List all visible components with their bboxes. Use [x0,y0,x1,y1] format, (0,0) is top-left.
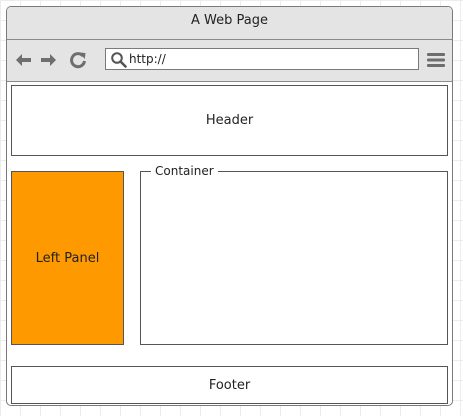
header-region: Header [11,85,448,156]
reload-icon[interactable] [69,51,87,69]
back-arrow-icon[interactable] [15,51,33,69]
browser-toolbar [7,40,452,82]
url-input[interactable] [129,50,409,68]
browser-window: A Web Page Header Left Panel [6,6,453,406]
footer-label: Footer [208,377,251,393]
container-label: Container [151,163,218,179]
hamburger-menu-icon[interactable] [427,52,445,68]
search-icon [111,52,127,68]
address-bar[interactable] [105,48,419,70]
container-region: Container [140,163,448,345]
forward-arrow-icon[interactable] [39,51,57,69]
left-panel-label: Left Panel [35,250,100,266]
window-title: A Web Page [7,7,452,40]
header-label: Header [205,113,254,128]
left-panel: Left Panel [11,171,124,345]
footer-region: Footer [11,366,448,404]
